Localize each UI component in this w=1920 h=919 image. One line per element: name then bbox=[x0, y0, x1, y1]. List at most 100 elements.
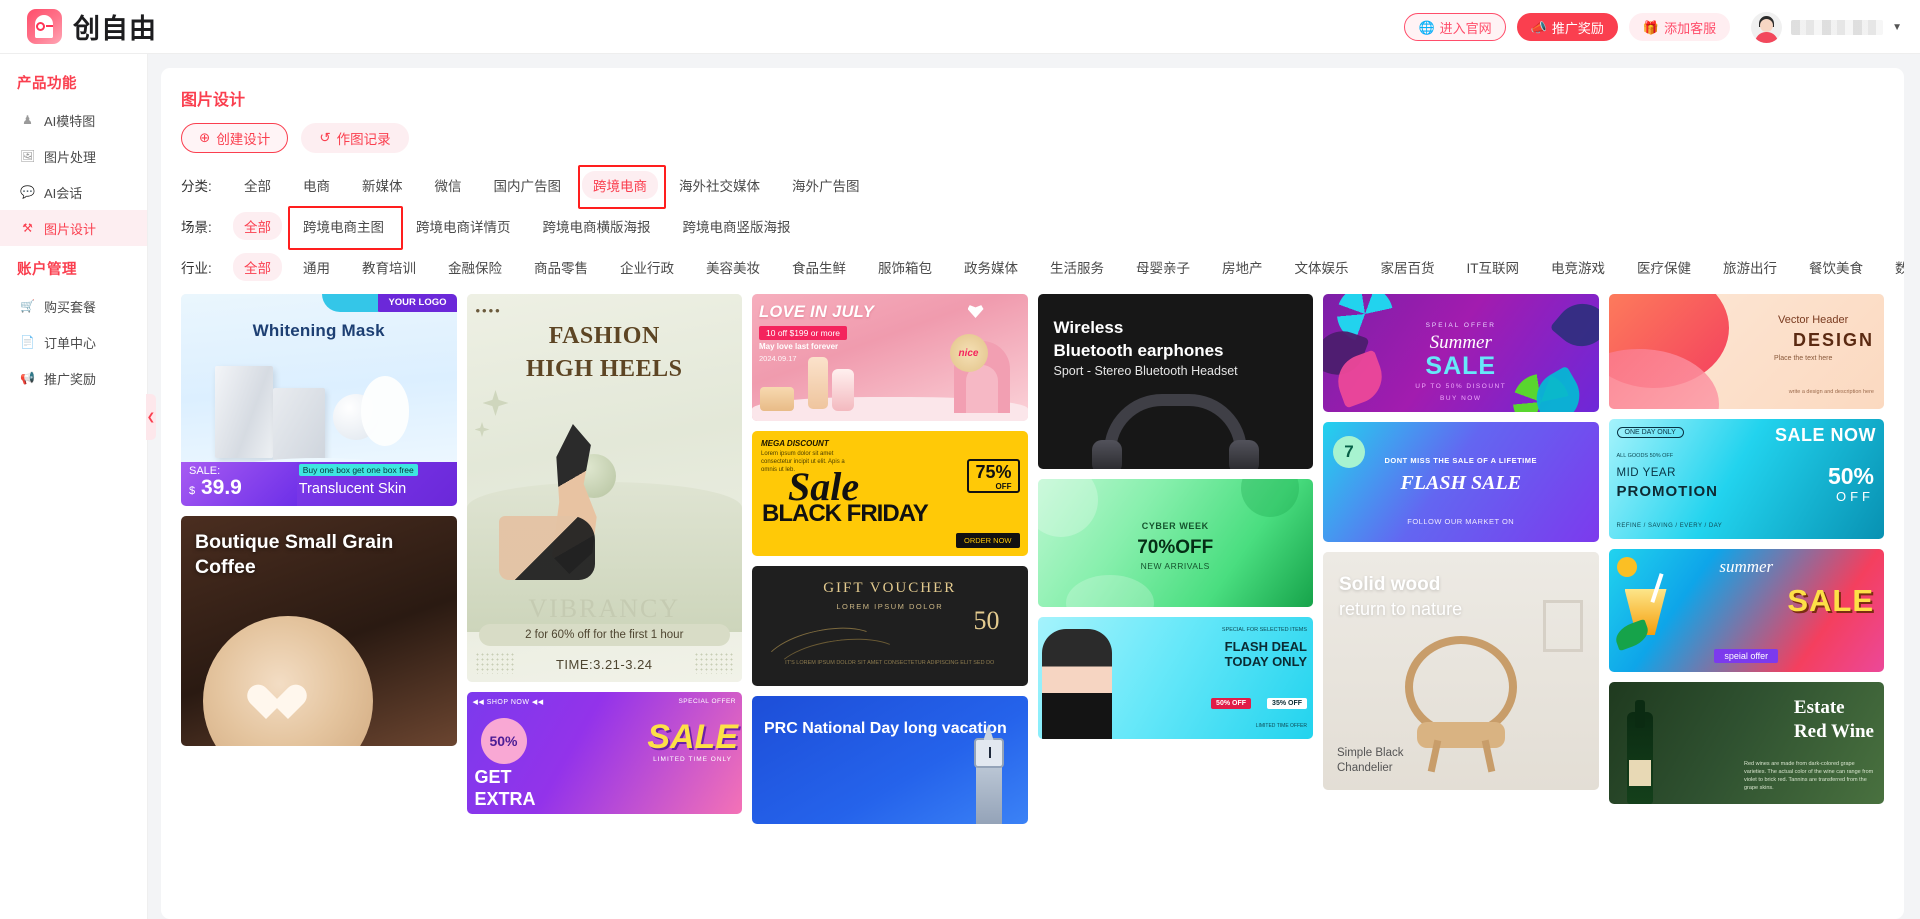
filter-option-category-1[interactable]: 电商 bbox=[292, 171, 341, 199]
filter-option-industry-0[interactable]: 全部 bbox=[233, 253, 282, 281]
add-support-button[interactable]: 🎁 添加客服 bbox=[1629, 13, 1730, 41]
template-title: Boutique Small Grain Coffee bbox=[195, 530, 447, 580]
filter-label-category: 分类: bbox=[181, 175, 233, 195]
template-card-sale-now[interactable]: ONE DAY ONLY SALE NOW ALL GOODS 50% OFF … bbox=[1609, 419, 1885, 539]
template-get: GET bbox=[475, 767, 512, 788]
sidebar-item-ai-model[interactable]: ♟ AI模特图 bbox=[0, 102, 147, 138]
filter-option-industry-10[interactable]: 生活服务 bbox=[1039, 253, 1115, 281]
template-big: SALE bbox=[647, 718, 738, 757]
template-title-line1: Solid wood bbox=[1339, 574, 1440, 595]
sidebar: 产品功能 ♟ AI模特图 🖼 图片处理 💬 AI会话 ⚒ 图片设计 账户管理 🛒… bbox=[0, 54, 148, 919]
template-card-summer-sale-2[interactable]: summer SALE speial offer bbox=[1609, 549, 1885, 672]
template-body: Red wines are made from dark-colored gra… bbox=[1744, 760, 1874, 792]
template-card-cyber-week[interactable]: CYBER WEEK 70%OFF NEW ARRIVALS bbox=[1038, 479, 1314, 607]
filter-option-category-7[interactable]: 海外广告图 bbox=[781, 171, 871, 199]
official-site-button[interactable]: 🌐 进入官网 bbox=[1404, 13, 1505, 41]
template-kicker: DONT MISS THE SALE OF A LIFETIME bbox=[1323, 456, 1599, 465]
sidebar-item-promotion-reward[interactable]: 📢 推广奖励 bbox=[0, 360, 147, 396]
filter-option-category-5[interactable]: 跨境电商 bbox=[582, 171, 658, 199]
template-thumbnail: Vector Header DESIGN Place the text here… bbox=[1609, 294, 1885, 409]
filter-option-industry-9[interactable]: 政务媒体 bbox=[953, 253, 1029, 281]
design-icon: ⚒ bbox=[20, 222, 35, 234]
template-card-summer-sale[interactable]: SPEIAL OFFER Summer SALE UP TO 50% DISOU… bbox=[1323, 294, 1599, 412]
template-amount: 50 bbox=[974, 606, 1000, 636]
sidebar-collapse-handle[interactable]: ❮ bbox=[146, 394, 156, 440]
chevron-down-icon[interactable]: ▼ bbox=[1892, 22, 1902, 33]
filter-option-industry-19[interactable]: 餐饮美食 bbox=[1798, 253, 1874, 281]
template-title-line1: Estate bbox=[1794, 697, 1845, 718]
filter-option-category-0[interactable]: 全部 bbox=[233, 171, 282, 199]
template-card-coffee[interactable]: Boutique Small Grain Coffee bbox=[181, 516, 457, 746]
template-card-fashion-heels[interactable]: •••• FASHIONHIGH HEELS VIBRANCY 2 for 60… bbox=[467, 294, 743, 682]
template-card-vector-header[interactable]: Vector Header DESIGN Place the text here… bbox=[1609, 294, 1885, 409]
template-date: 2024.09.17 bbox=[759, 354, 797, 363]
filter-option-industry-1[interactable]: 通用 bbox=[292, 253, 341, 281]
filter-option-scene-3[interactable]: 跨境电商横版海报 bbox=[532, 212, 662, 240]
template-thumbnail: Solid woodreturn to nature Simple BlackC… bbox=[1323, 552, 1599, 790]
filter-option-category-4[interactable]: 国内广告图 bbox=[483, 171, 573, 199]
filter-option-industry-2[interactable]: 教育培训 bbox=[351, 253, 427, 281]
template-card-solid-wood[interactable]: Solid woodreturn to nature Simple BlackC… bbox=[1323, 552, 1599, 790]
sidebar-item-ai-chat[interactable]: 💬 AI会话 bbox=[0, 174, 147, 210]
template-title: SALE bbox=[1787, 583, 1874, 619]
sidebar-item-order-center[interactable]: 📄 订单中心 bbox=[0, 324, 147, 360]
sidebar-group-title-product: 产品功能 bbox=[0, 60, 147, 102]
filter-option-scene-4[interactable]: 跨境电商竖版海报 bbox=[672, 212, 802, 240]
sidebar-item-image-process[interactable]: 🖼 图片处理 bbox=[0, 138, 147, 174]
template-title-line1: Vector Header bbox=[1778, 314, 1874, 326]
filter-option-industry-7[interactable]: 食品生鲜 bbox=[781, 253, 857, 281]
app-header: 创自由 🌐 进入官网 📣 推广奖励 🎁 添加客服 ▼ bbox=[0, 0, 1920, 54]
template-card-love-july[interactable]: LOVE IN JULY 10 off $199 or more May lov… bbox=[752, 294, 1028, 421]
template-pill: 2 for 60% off for the first 1 hour bbox=[479, 624, 731, 646]
template-card-flash-deal[interactable]: SPECIAL FOR SELECTED ITEMS FLASH DEALTOD… bbox=[1038, 617, 1314, 739]
template-kicker: SPECIAL FOR SELECTED ITEMS bbox=[1222, 627, 1307, 633]
filter-option-industry-8[interactable]: 服饰箱包 bbox=[867, 253, 943, 281]
template-sale-bar: SALE: $ 39.9 Buy one box get one box fre… bbox=[181, 462, 457, 506]
filter-option-industry-4[interactable]: 商品零售 bbox=[523, 253, 599, 281]
filter-option-industry-20[interactable]: 数码家电 bbox=[1884, 253, 1904, 281]
filter-option-industry-3[interactable]: 金融保险 bbox=[437, 253, 513, 281]
template-top: ◀◀ SHOP NOW ◀◀ bbox=[473, 698, 544, 706]
template-thumbnail: WirelessBluetooth earphones Sport - Ster… bbox=[1038, 294, 1314, 469]
promotion-reward-button[interactable]: 📣 推广奖励 bbox=[1517, 13, 1618, 41]
filter-option-category-3[interactable]: 微信 bbox=[424, 171, 473, 199]
filter-option-category-2[interactable]: 新媒体 bbox=[351, 171, 414, 199]
filter-option-industry-18[interactable]: 旅游出行 bbox=[1712, 253, 1788, 281]
filter-option-industry-16[interactable]: 电竞游戏 bbox=[1540, 253, 1616, 281]
filter-option-industry-12[interactable]: 房地产 bbox=[1211, 253, 1274, 281]
template-thumbnail: SPECIAL FOR SELECTED ITEMS FLASH DEALTOD… bbox=[1038, 617, 1314, 739]
filter-option-industry-5[interactable]: 企业行政 bbox=[609, 253, 685, 281]
filter-option-industry-15[interactable]: IT互联网 bbox=[1456, 253, 1531, 281]
template-watermark: VIBRANCY bbox=[467, 594, 743, 624]
filter-option-industry-13[interactable]: 文体娱乐 bbox=[1284, 253, 1360, 281]
filter-row-scene: 场景: 全部 跨境电商主图 跨境电商详情页 跨境电商横版海报 跨境电商竖版海报 bbox=[181, 212, 1884, 240]
template-card-whitening-mask[interactable]: YOUR LOGO Whitening Mask SALE: $ 39.9 Bu… bbox=[181, 294, 457, 506]
template-card-prc-holiday[interactable]: PRC National Day long vacation bbox=[752, 696, 1028, 824]
history-button[interactable]: ↺ 作图记录 bbox=[301, 123, 408, 153]
create-design-button[interactable]: ⊕ 创建设计 bbox=[181, 123, 288, 153]
filter-option-scene-2[interactable]: 跨境电商详情页 bbox=[405, 212, 522, 240]
filter-option-industry-6[interactable]: 美容美妆 bbox=[695, 253, 771, 281]
template-card-flash-sale[interactable]: 7 DONT MISS THE SALE OF A LIFETIME FLASH… bbox=[1323, 422, 1599, 542]
filter-option-category-6[interactable]: 海外社交媒体 bbox=[668, 171, 771, 199]
template-card-red-wine[interactable]: EstateRed Wine Red wines are made from d… bbox=[1609, 682, 1885, 804]
sidebar-item-label: 图片处理 bbox=[44, 147, 96, 166]
sidebar-item-image-design[interactable]: ⚒ 图片设计 bbox=[0, 210, 147, 246]
filter-option-industry-11[interactable]: 母婴亲子 bbox=[1125, 253, 1201, 281]
user-menu[interactable]: ▼ bbox=[1751, 12, 1902, 43]
filter-option-scene-1[interactable]: 跨境电商主图 bbox=[292, 212, 395, 240]
filter-option-industry-17[interactable]: 医疗保健 bbox=[1626, 253, 1702, 281]
filter-option-industry-14[interactable]: 家居百货 bbox=[1370, 253, 1446, 281]
design-panel: 图片设计 ⊕ 创建设计 ↺ 作图记录 分类: 全部 电商 bbox=[161, 68, 1904, 919]
filter-option-scene-0[interactable]: 全部 bbox=[233, 212, 282, 240]
template-thumbnail: YOUR LOGO Whitening Mask SALE: $ 39.9 Bu… bbox=[181, 294, 457, 506]
template-card-earphones[interactable]: WirelessBluetooth earphones Sport - Ster… bbox=[1038, 294, 1314, 469]
template-line1: UP TO 50% DISOUNT bbox=[1323, 383, 1599, 390]
brand[interactable]: 创自由 bbox=[0, 7, 157, 46]
template-card-sale-extra[interactable]: ◀◀ SHOP NOW ◀◀ SPECIAL OFFER 50% SALE LI… bbox=[467, 692, 743, 814]
template-card-black-friday[interactable]: MEGA DISCOUNT Lorem ipsum dolor sit amet… bbox=[752, 431, 1028, 556]
template-price: 39.9 bbox=[201, 476, 242, 499]
chat-icon: 💬 bbox=[20, 186, 35, 198]
template-card-gift-voucher[interactable]: GIFT VOUCHER LOREM IPSUM DOLOR 50 IT'S L… bbox=[752, 566, 1028, 686]
sidebar-item-buy-plan[interactable]: 🛒 购买套餐 bbox=[0, 288, 147, 324]
